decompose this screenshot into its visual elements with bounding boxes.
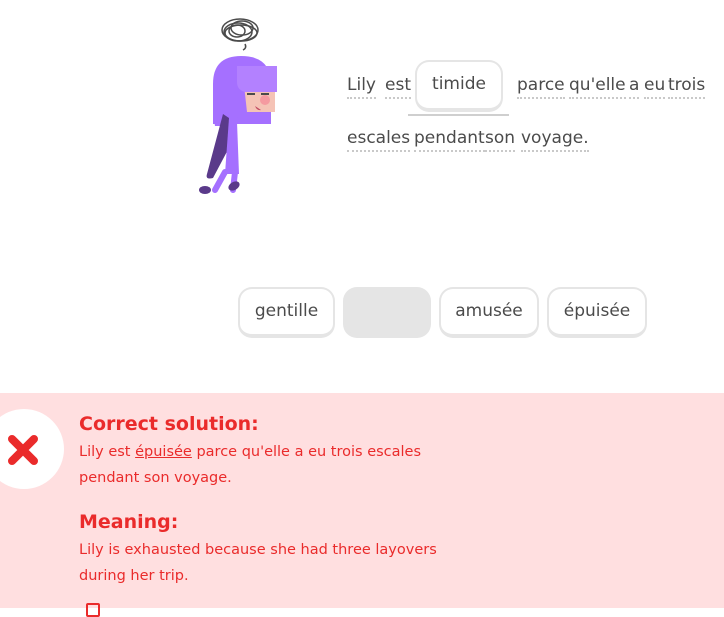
word-bank-option[interactable]: gentille [238, 287, 335, 338]
selected-answer-chip[interactable]: timide [415, 60, 503, 112]
word-bank-option[interactable]: épuisée [547, 287, 647, 338]
answer-blank-line [408, 114, 509, 116]
sentence-word[interactable]: eu [644, 74, 666, 99]
word-bank-empty-slot [343, 287, 431, 338]
report-flag-icon[interactable] [86, 603, 100, 617]
sentence-word[interactable]: parce [517, 74, 565, 99]
sentence-word[interactable]: son [485, 127, 516, 152]
character-illustration [185, 14, 285, 199]
word-bank-option[interactable]: amusée [439, 287, 539, 338]
solution-heading: Correct solution: [79, 413, 259, 435]
sentence-word[interactable]: a [629, 74, 640, 99]
feedback-panel: Correct solution: Lily est épuisée parce… [0, 393, 724, 617]
scribble-icon [221, 18, 259, 51]
sentence-word[interactable]: escales [347, 127, 411, 152]
solution-text: Lily est épuisée parce qu'elle a eu troi… [79, 439, 454, 491]
solution-suffix: parce qu'elle a eu trois escales pendant… [79, 444, 422, 486]
x-icon [8, 435, 38, 465]
solution-highlight: épuisée [135, 444, 192, 460]
solution-prefix: Lily est [79, 444, 131, 460]
sentence-word[interactable]: voyage. [521, 127, 589, 152]
sentence-word[interactable]: Lily [347, 74, 376, 99]
sentence-word[interactable]: trois [668, 74, 706, 99]
sentence-word[interactable]: est [385, 74, 411, 99]
incorrect-badge [0, 409, 64, 489]
meaning-text: Lily is exhausted because she had three … [79, 542, 437, 584]
sentence-word[interactable]: pendant [414, 127, 485, 152]
sentence-word[interactable]: qu'elle [569, 74, 626, 99]
meaning-heading: Meaning: [79, 511, 179, 533]
